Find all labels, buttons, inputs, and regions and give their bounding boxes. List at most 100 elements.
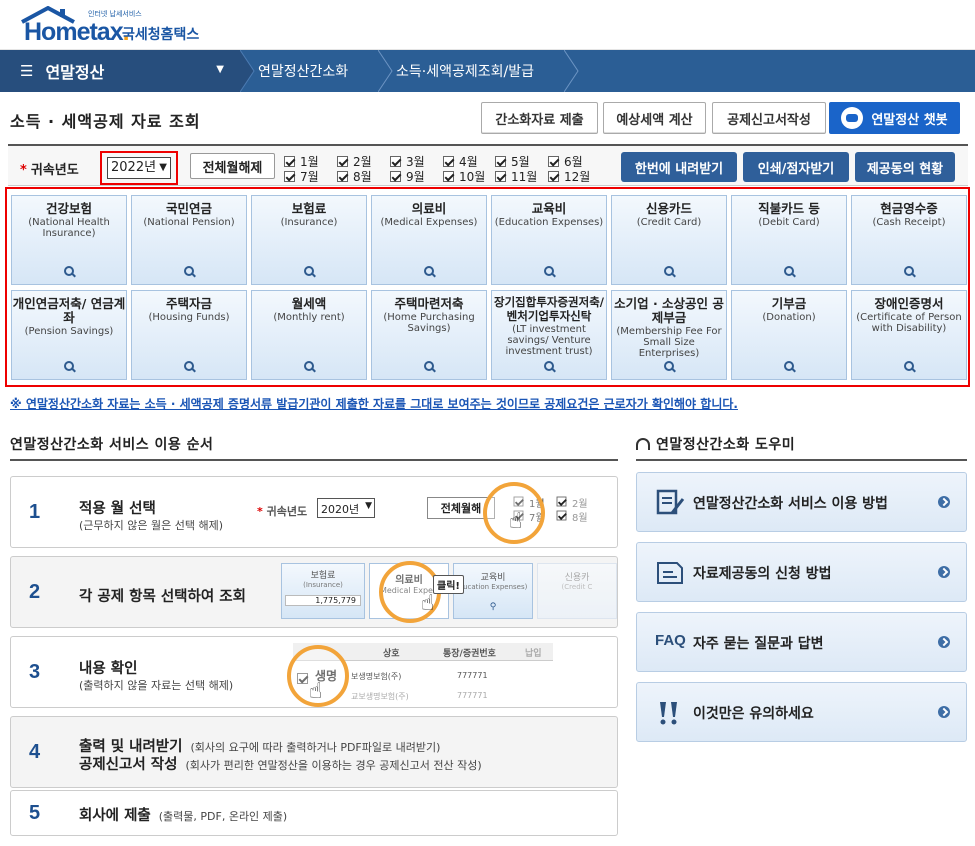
order-section-title: 연말정산간소화 서비스 이용 순서 [10, 437, 214, 453]
menu-dropdown[interactable]: ☰ 연말정산 ▼ [0, 50, 240, 92]
step-title: 회사에 제출 (출력물, PDF, 온라인 제출) [79, 808, 288, 824]
category-tile-education[interactable]: 교육비 (Education Expenses) [491, 195, 607, 285]
search-icon [904, 266, 916, 278]
category-tile-donation[interactable]: 기부금 (Donation) [731, 290, 847, 380]
demo-year-select: 2020년 ▼ [317, 498, 375, 518]
search-icon [784, 361, 796, 373]
month-checkbox[interactable]: 6월 [548, 154, 598, 169]
helper-faq[interactable]: FAQ 자주 묻는 질문과 답변 [636, 612, 967, 672]
month-checkbox[interactable]: 2월 [337, 154, 387, 169]
category-tile-insurance[interactable]: 보험료 (Insurance) [251, 195, 367, 285]
breadcrumb-separator-icon [240, 50, 256, 92]
step-1: 1 적용 월 선택 (근무하지 않은 월은 선택 해제) * 귀속년도 2020… [10, 476, 618, 548]
category-tile-housing-funds[interactable]: 주택자금 (Housing Funds) [131, 290, 247, 380]
search-icon [184, 266, 196, 278]
top-header: 인터넷 납세서비스 Hometax. 국세청홈택스 [0, 0, 975, 50]
notice-text[interactable]: ※ 연말정산간소화 자료는 소득 · 세액공제 증명서류 발급기관이 제출한 자… [10, 395, 738, 412]
category-tile-medical[interactable]: 의료비 (Medical Expenses) [371, 195, 487, 285]
step-number: 5 [29, 802, 41, 824]
breadcrumb-separator-icon [378, 50, 394, 92]
document-icon [657, 562, 683, 584]
step-title: 적용 월 선택 [79, 501, 156, 517]
month-checkbox[interactable]: 11월 [495, 169, 545, 184]
category-tile-credit-card[interactable]: 신용카드 (Credit Card) [611, 195, 727, 285]
search-icon [64, 266, 76, 278]
filter-bar: * 귀속년도 2022년 ▼ 전체월해제 1월 2월 3월 4월 5월 6월 7월 … [8, 144, 968, 186]
arrow-right-icon [938, 706, 950, 718]
month-checkbox[interactable]: 9월 [390, 169, 440, 184]
search-icon [304, 361, 316, 373]
month-checkbox[interactable]: 12월 [548, 169, 598, 184]
step-2: 2 각 공제 항목 선택하여 조회 보험료 (Insurance) 1,775,… [10, 556, 618, 628]
step-4: 4 출력 및 내려받기 (회사의 요구에 따라 출력하거나 PDF파일로 내려받기… [10, 716, 618, 788]
arrow-right-icon [938, 636, 950, 648]
category-tile-monthly-rent[interactable]: 월세액 (Monthly rent) [251, 290, 367, 380]
deduction-category-grid: 건강보험 (National Health Insurance) 국민연금 (Nat… [5, 187, 970, 387]
chatbot-icon [841, 107, 864, 129]
logo-wordmark: Hometax. [24, 18, 130, 46]
step-number: 1 [29, 501, 41, 523]
helper-cautions[interactable]: 이것만은 유의하세요 [636, 682, 967, 742]
search-icon [784, 266, 796, 278]
search-icon: ⚲ [489, 602, 497, 612]
month-checkbox[interactable]: 7월 [284, 169, 334, 184]
breadcrumb-separator-icon [564, 50, 580, 92]
clear-all-months-button[interactable]: 전체월해제 [190, 153, 275, 179]
step-number: 2 [29, 581, 41, 603]
step-title: 내용 확인 [79, 661, 138, 677]
category-tile-cash-receipt[interactable]: 현금영수증 (Cash Receipt) [851, 195, 967, 285]
category-tile-disability[interactable]: 장애인증명서 (Certificate of Person with Disabi… [851, 290, 967, 380]
download-all-button[interactable]: 한번에 내려받기 [621, 152, 737, 182]
section-divider [10, 459, 618, 461]
step-title: 각 공제 항목 선택하여 조회 [79, 589, 246, 605]
search-icon [184, 361, 196, 373]
section-divider [636, 459, 967, 461]
step-3: 3 내용 확인 (출력하지 않을 자료는 선택 해제) 상호 통장/증권번호 납… [10, 636, 618, 708]
chatbot-button[interactable]: 연말정산 챗봇 [829, 102, 960, 134]
document-edit-icon [656, 489, 685, 515]
estimated-tax-button[interactable]: 예상세액 계산 [603, 102, 706, 134]
category-tile-health-insurance[interactable]: 건강보험 (National Health Insurance) [11, 195, 127, 285]
hometax-logo[interactable]: 인터넷 납세서비스 Hometax. 국세청홈택스 [18, 6, 208, 46]
year-select[interactable]: 2022년 ▼ [107, 157, 171, 179]
page-title: 소득 · 세액공제 자료 조회 [10, 112, 201, 131]
search-icon [544, 361, 556, 373]
consent-status-button[interactable]: 제공동의 현황 [855, 152, 955, 182]
step-subtitle: (출력하지 않을 자료는 선택 해제) [79, 679, 234, 692]
exclamation-icon [660, 702, 677, 725]
month-checkbox[interactable]: 3월 [390, 154, 440, 169]
search-icon [544, 266, 556, 278]
category-tile-lt-investment[interactable]: 장기집합투자증권저축/ 벤처기업투자신탁 (LT investment savin… [491, 290, 607, 380]
pointer-hand-icon: ☝ [421, 591, 435, 616]
category-tile-national-pension[interactable]: 국민연금 (National Pension) [131, 195, 247, 285]
step1-demo: * 귀속년도 2020년 ▼ 전체월해 1월 7월 2월 8월 ☝ [251, 482, 617, 544]
deduction-form-button[interactable]: 공제신고서작성 [712, 102, 826, 134]
month-checkbox[interactable]: 10월 [443, 169, 493, 184]
search-icon [664, 361, 676, 373]
step3-demo: 상호 통장/증권번호 납입 생명 보생명보험(주) 777771 교보생명보험(… [287, 643, 617, 707]
month-checkbox[interactable]: 8월 [337, 169, 387, 184]
month-checkbox[interactable]: 4월 [443, 154, 493, 169]
helper-section-title: 연말정산간소화 도우미 [636, 434, 795, 454]
headset-icon [636, 438, 650, 450]
month-checkbox[interactable]: 5월 [495, 154, 545, 169]
breadcrumb-item-deduction-inquiry[interactable]: 소득·세액공제조회/발급 [394, 50, 564, 92]
search-icon [664, 266, 676, 278]
search-icon [904, 361, 916, 373]
category-tile-pension-savings[interactable]: 개인연금저축/ 연금계좌 (Pension Savings) [11, 290, 127, 380]
step-title-2: 공제신고서 작성 (회사가 편리한 연말정산을 이용하는 경우 공제신고서 전산 … [79, 757, 482, 773]
search-icon [424, 361, 436, 373]
category-tile-small-business[interactable]: 소기업 · 소상공인 공제부금 (Membership Fee For Small… [611, 290, 727, 380]
month-checkbox[interactable]: 1월 [284, 154, 334, 169]
click-tooltip: 클릭! [433, 575, 464, 594]
category-tile-home-savings[interactable]: 주택마련저축 (Home Purchasing Savings) [371, 290, 487, 380]
submit-simplified-data-button[interactable]: 간소화자료 제출 [481, 102, 598, 134]
helper-usage-guide[interactable]: 연말정산간소화 서비스 이용 방법 [636, 472, 967, 532]
caret-down-icon: ▼ [216, 64, 224, 75]
helper-consent-guide[interactable]: 자료제공동의 신청 방법 [636, 542, 967, 602]
step-subtitle: (근무하지 않은 월은 선택 해제) [79, 519, 224, 532]
breadcrumb-item-simplified[interactable]: 연말정산간소화 [256, 50, 378, 92]
print-braille-button[interactable]: 인쇄/점자받기 [743, 152, 849, 182]
category-tile-debit-card[interactable]: 직불카드 등 (Debit Card) [731, 195, 847, 285]
year-highlight-box: 2022년 ▼ [100, 151, 178, 185]
